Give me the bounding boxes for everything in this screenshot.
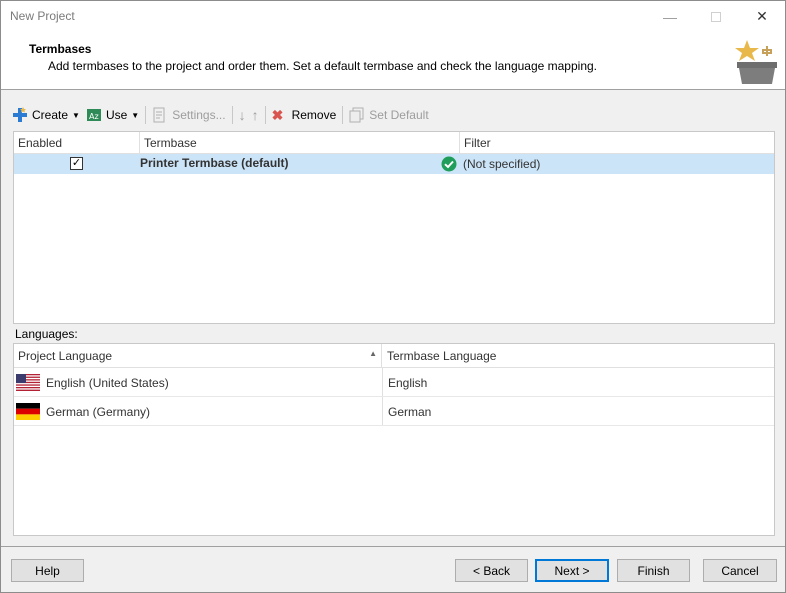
- use-label: Use: [105, 108, 128, 122]
- table-row[interactable]: English (United States) English: [14, 368, 774, 397]
- minimize-icon: —: [663, 8, 677, 25]
- toolbar-separator: [231, 106, 233, 124]
- check-circle-icon: [441, 156, 457, 172]
- termbase-star-icon: [735, 40, 777, 84]
- svg-text:Az: Az: [89, 112, 99, 121]
- toolbar-separator: [145, 106, 147, 124]
- page-title: Termbases: [29, 42, 92, 56]
- de-flag-icon: [16, 403, 40, 420]
- settings-label: Settings...: [172, 108, 226, 122]
- new-project-dialog: New Project — ✕ Termbases Add termbases …: [0, 0, 786, 593]
- use-button[interactable]: Az Use ▼: [83, 104, 142, 126]
- project-language-header-label: Project Language: [18, 349, 113, 363]
- arrow-down-icon: ↓: [238, 107, 246, 123]
- enabled-checkbox[interactable]: ✓: [70, 157, 83, 170]
- wizard-header: Termbases Add termbases to the project a…: [1, 32, 785, 90]
- termbase-use-icon: Az: [86, 109, 101, 121]
- project-language: German (Germany): [46, 405, 151, 419]
- arrow-up-icon: ↑: [251, 107, 259, 123]
- back-button[interactable]: < Back: [455, 559, 528, 582]
- termbase-language: English: [388, 376, 428, 390]
- set-default-icon: [349, 107, 364, 123]
- languages-label: Languages:: [15, 327, 78, 341]
- title-bar: New Project — ✕: [1, 1, 785, 32]
- set-default-button[interactable]: Set Default: [346, 104, 431, 126]
- sort-ascending-icon: ▲: [369, 349, 377, 358]
- us-flag-icon: [16, 374, 40, 391]
- chevron-down-icon: ▼: [131, 110, 140, 120]
- languages-grid-header: Project Language ▲ Termbase Language: [14, 344, 774, 368]
- termbase-grid: Enabled Termbase Filter ✓ Printer Termba…: [13, 131, 775, 324]
- table-row[interactable]: German (Germany) German: [14, 397, 774, 426]
- column-header-termbase[interactable]: Termbase: [140, 132, 460, 154]
- help-button[interactable]: Help: [11, 559, 84, 582]
- cancel-button[interactable]: Cancel: [703, 559, 777, 582]
- remove-label: Remove: [291, 108, 337, 122]
- remove-x-icon: ✖: [271, 107, 284, 123]
- languages-grid: Project Language ▲ Termbase Language Eng…: [13, 343, 775, 536]
- termbase-name: Printer Termbase (default): [140, 156, 289, 170]
- settings-icon: [153, 107, 165, 123]
- termbase-grid-header: Enabled Termbase Filter: [14, 132, 774, 154]
- create-label: Create: [32, 108, 69, 122]
- termbase-language: German: [388, 405, 432, 419]
- close-button[interactable]: ✕: [739, 1, 785, 32]
- toolbar-separator: [264, 106, 266, 124]
- finish-button[interactable]: Finish: [617, 559, 690, 582]
- page-description: Add termbases to the project and order t…: [48, 59, 598, 73]
- remove-button[interactable]: ✖ Remove: [269, 104, 340, 126]
- column-header-enabled[interactable]: Enabled: [14, 132, 140, 154]
- column-header-termbase-language[interactable]: Termbase Language: [383, 344, 774, 368]
- termbase-toolbar: Create ▼ Az Use ▼ Settings... ↓ ↑ ✖ Remo…: [9, 103, 449, 127]
- create-button[interactable]: Create ▼: [9, 104, 83, 126]
- toolbar-separator: [342, 106, 344, 124]
- column-header-project-language[interactable]: Project Language ▲: [14, 344, 382, 368]
- maximize-button[interactable]: [693, 1, 739, 32]
- window-title: New Project: [10, 9, 75, 23]
- set-default-label: Set Default: [369, 108, 429, 122]
- next-button[interactable]: Next >: [535, 559, 609, 582]
- table-row[interactable]: ✓ Printer Termbase (default) (Not specif…: [14, 154, 774, 174]
- plus-icon: [13, 107, 27, 122]
- column-header-filter[interactable]: Filter: [460, 132, 774, 154]
- filter-value: (Not specified): [463, 157, 541, 171]
- minimize-button[interactable]: —: [647, 1, 693, 32]
- move-up-button[interactable]: ↑: [249, 104, 262, 126]
- chevron-down-icon: ▼: [72, 110, 80, 120]
- settings-button[interactable]: Settings...: [149, 104, 228, 126]
- maximize-icon: [711, 11, 721, 22]
- move-down-button[interactable]: ↓: [236, 104, 249, 126]
- close-icon: ✕: [756, 8, 768, 24]
- project-language: English (United States): [46, 376, 169, 390]
- footer-divider: [1, 546, 785, 547]
